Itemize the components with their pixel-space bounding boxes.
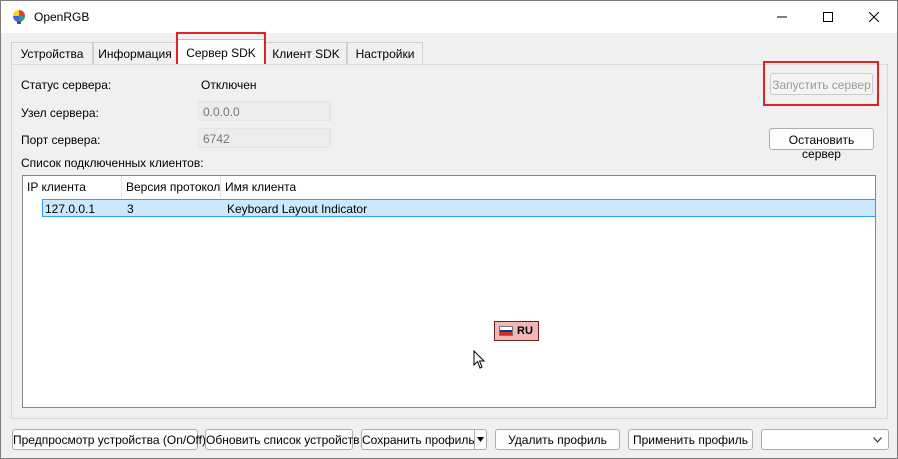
column-header-ip[interactable]: IP клиента bbox=[23, 176, 122, 198]
save-profile-button[interactable]: Сохранить профиль bbox=[361, 429, 475, 450]
russian-flag-icon bbox=[499, 326, 513, 336]
server-port-label: Порт сервера: bbox=[21, 133, 101, 147]
server-host-field[interactable]: 0.0.0.0 bbox=[198, 101, 331, 121]
mouse-cursor-icon bbox=[473, 350, 486, 369]
tab-devices[interactable]: Устройства bbox=[11, 42, 93, 64]
maximize-button[interactable] bbox=[805, 1, 851, 33]
app-window: OpenRGB Устройства Информация Сервер SDK… bbox=[0, 0, 898, 459]
refresh-devices-button[interactable]: Обновить список устройств bbox=[205, 429, 360, 450]
server-host-label: Узел сервера: bbox=[21, 106, 99, 120]
language-code: RU bbox=[517, 325, 533, 337]
tab-highlight-annotation bbox=[176, 32, 266, 68]
server-status-value: Отключен bbox=[201, 78, 257, 92]
client-protocol-cell: 3 bbox=[127, 202, 134, 216]
server-status-label: Статус сервера: bbox=[21, 78, 112, 92]
tab-information[interactable]: Информация bbox=[93, 42, 177, 64]
table-row[interactable]: 127.0.0.1 3 Keyboard Layout Indicator bbox=[42, 199, 876, 217]
stop-server-button[interactable]: Остановить сервер bbox=[769, 128, 874, 161]
device-preview-button[interactable]: Предпросмотр устройства (On/Off) bbox=[12, 429, 206, 450]
start-button-highlight-annotation bbox=[763, 61, 879, 106]
column-header-protocol[interactable]: Версия протоколa bbox=[122, 176, 221, 198]
minimize-button[interactable] bbox=[759, 1, 805, 33]
client-ip-cell: 127.0.0.1 bbox=[45, 202, 96, 216]
column-header-name[interactable]: Имя клиента bbox=[221, 176, 421, 198]
clients-table[interactable]: IP клиента Версия протоколa Имя клиента … bbox=[22, 175, 876, 408]
tab-settings[interactable]: Настройки bbox=[347, 42, 423, 64]
close-icon bbox=[869, 12, 879, 22]
title-bar[interactable]: OpenRGB bbox=[1, 1, 897, 33]
minimize-icon bbox=[777, 16, 787, 18]
server-port-field[interactable]: 6742 bbox=[198, 128, 331, 148]
chevron-down-icon bbox=[873, 437, 882, 443]
openrgb-logo-icon bbox=[13, 10, 25, 24]
profile-select[interactable] bbox=[761, 429, 889, 450]
maximize-icon bbox=[823, 12, 833, 22]
tab-sdk-client[interactable]: Клиент SDK bbox=[265, 42, 347, 64]
window-title: OpenRGB bbox=[34, 10, 90, 24]
close-button[interactable] bbox=[851, 1, 897, 33]
clients-list-label: Список подключенных клиентов: bbox=[21, 156, 204, 170]
client-name-cell: Keyboard Layout Indicator bbox=[227, 202, 368, 216]
delete-profile-button[interactable]: Удалить профиль bbox=[495, 429, 620, 450]
language-indicator: RU bbox=[494, 321, 539, 341]
apply-profile-button[interactable]: Применить профиль bbox=[628, 429, 753, 450]
save-profile-menu-button[interactable] bbox=[474, 429, 487, 450]
triangle-down-icon bbox=[477, 437, 484, 442]
